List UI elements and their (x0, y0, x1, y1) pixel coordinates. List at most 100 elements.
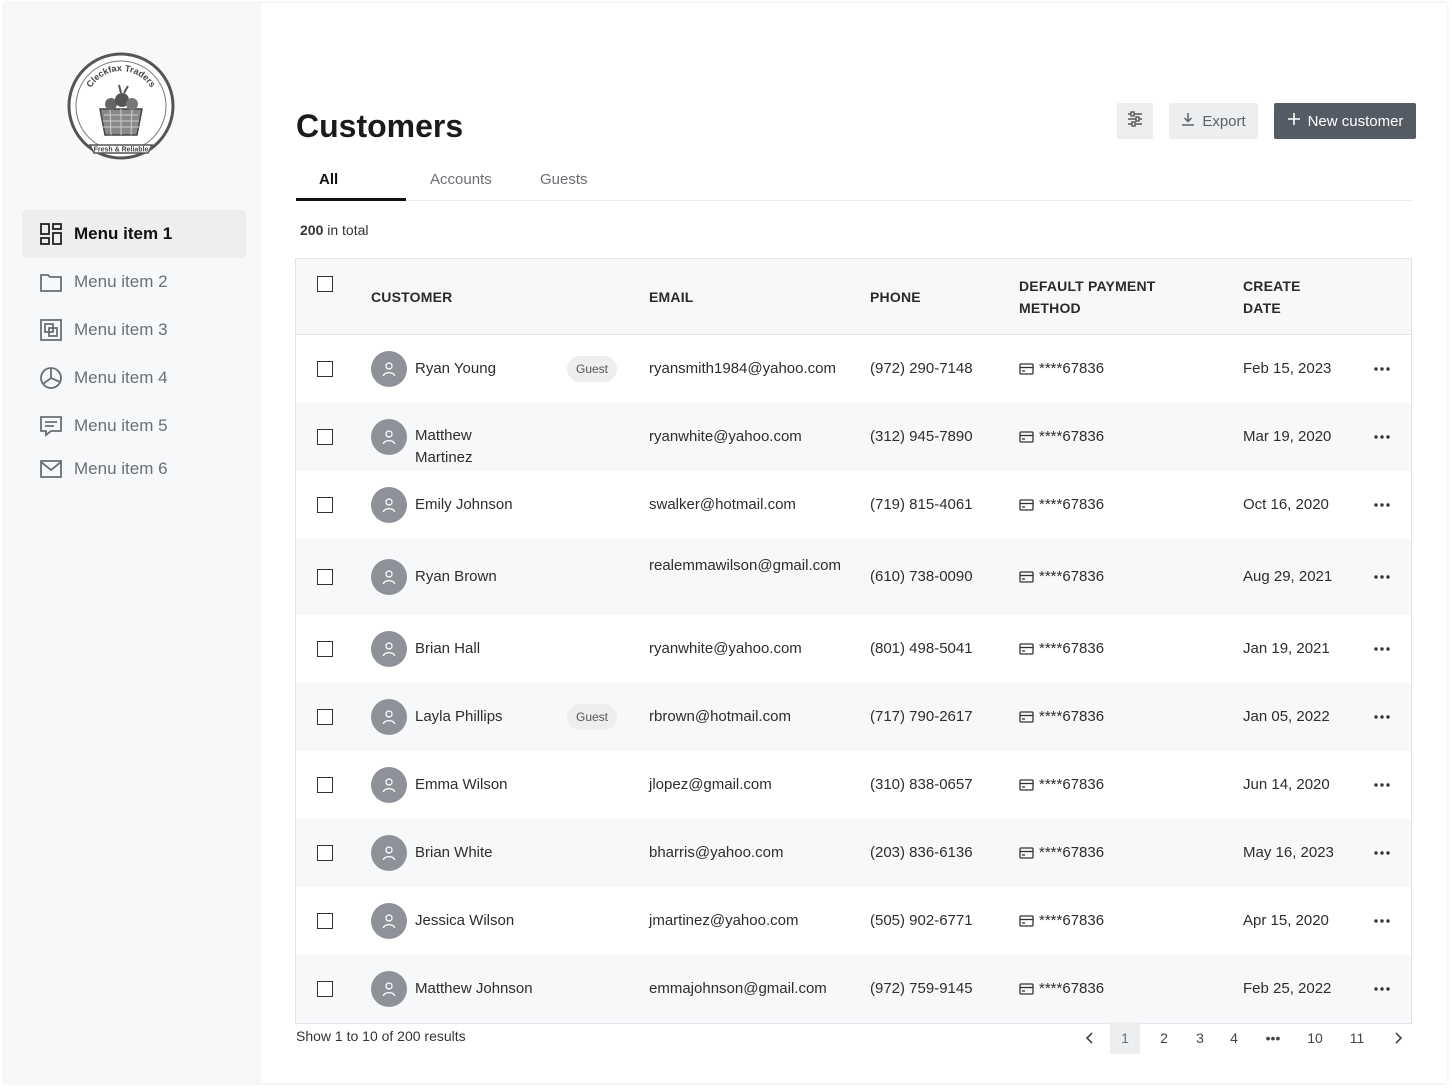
more-actions-button[interactable] (1370, 495, 1394, 515)
credit-card-icon (1019, 498, 1034, 511)
sidebar-item-2[interactable]: Menu item 2 (22, 258, 246, 306)
customer-email: rbrown@hotmail.com (649, 708, 791, 725)
row-checkbox[interactable] (317, 777, 333, 793)
customers-table: CUSTOMER EMAIL PHONE DEFAULT PAYMENT MET… (295, 258, 1412, 1024)
sidebar-item-5[interactable]: Menu item 5 (22, 402, 246, 450)
sliders-icon (1127, 110, 1143, 132)
tab-guests[interactable]: Guests (540, 164, 588, 201)
chevron-left-icon (1085, 1032, 1093, 1044)
more-actions-button[interactable] (1370, 911, 1394, 931)
new-customer-button[interactable]: New customer (1274, 103, 1416, 139)
ellipsis-icon (1374, 851, 1390, 855)
customer-name[interactable]: Emily Johnson (415, 494, 555, 516)
more-actions-button[interactable] (1370, 639, 1394, 659)
table-row[interactable]: Ryan Young Guest ryansmith1984@yahoo.com… (296, 335, 1411, 403)
message-icon (38, 413, 64, 439)
create-date: Jan 05, 2022 (1243, 708, 1330, 725)
customer-name[interactable]: Ryan Young (415, 358, 555, 380)
create-date: Apr 15, 2020 (1243, 912, 1329, 929)
payment-method: ****67836 (1019, 776, 1104, 793)
table-row[interactable]: Layla Phillips Guest rbrown@hotmail.com … (296, 683, 1411, 751)
row-checkbox[interactable] (317, 429, 333, 445)
customer-name[interactable]: Layla Phillips (415, 706, 555, 728)
user-icon (382, 498, 396, 513)
user-icon (382, 778, 396, 793)
payment-value: ****67836 (1039, 568, 1105, 585)
sidebar-item-6[interactable]: Menu item 6 (22, 450, 246, 488)
customer-email: realemmawilson@gmail.com (649, 557, 841, 574)
customer-name[interactable]: Brian Hall (415, 638, 555, 660)
table-row[interactable]: Jessica Wilson jmartinez@yahoo.com (505)… (296, 887, 1411, 955)
table-header: CUSTOMER EMAIL PHONE DEFAULT PAYMENT MET… (296, 259, 1411, 335)
table-row[interactable]: Brian White bharris@yahoo.com (203) 836-… (296, 819, 1411, 887)
credit-card-icon (1019, 982, 1034, 995)
avatar (371, 559, 407, 595)
table-row[interactable]: Ryan Brown realemmawilson@gmail.com (610… (296, 539, 1411, 615)
ellipsis-icon (1374, 503, 1390, 507)
page-button[interactable]: 11 (1340, 1022, 1374, 1054)
next-page-button[interactable] (1386, 1022, 1410, 1054)
more-actions-button[interactable] (1370, 427, 1394, 447)
user-icon (382, 642, 396, 657)
more-actions-button[interactable] (1370, 979, 1394, 999)
payment-method: ****67836 (1019, 360, 1104, 377)
filter-button[interactable] (1117, 103, 1153, 139)
customer-phone: (310) 838-0657 (870, 776, 973, 793)
customer-phone: (505) 902-6771 (870, 912, 973, 929)
customer-name[interactable]: Matthew Johnson (415, 978, 555, 1000)
page-button[interactable]: 10 (1298, 1022, 1332, 1054)
credit-card-icon (1019, 778, 1034, 791)
table-row[interactable]: Emma Wilson jlopez@gmail.com (310) 838-0… (296, 751, 1411, 819)
sidebar-item-4[interactable]: Menu item 4 (22, 354, 246, 402)
create-date: Oct 16, 2020 (1243, 496, 1329, 513)
customer-name[interactable]: Matthew Martinez (415, 425, 495, 469)
row-checkbox[interactable] (317, 641, 333, 657)
page-button[interactable]: 3 (1186, 1022, 1214, 1054)
row-checkbox[interactable] (317, 981, 333, 997)
page-button[interactable]: 2 (1150, 1022, 1178, 1054)
more-actions-button[interactable] (1370, 707, 1394, 727)
total-count: 200 in total (300, 222, 369, 238)
row-checkbox[interactable] (317, 361, 333, 377)
prev-page-button[interactable] (1078, 1022, 1102, 1054)
export-button[interactable]: Export (1169, 103, 1258, 139)
mail-icon (38, 456, 64, 482)
page-button[interactable]: 1 (1110, 1022, 1140, 1054)
more-actions-button[interactable] (1370, 359, 1394, 379)
customer-name[interactable]: Ryan Brown (415, 566, 555, 588)
sidebar-item-label: Menu item 3 (74, 320, 168, 339)
ellipsis-icon (1374, 647, 1390, 651)
column-header-date-line: CREATE (1243, 278, 1301, 294)
row-checkbox[interactable] (317, 709, 333, 725)
table-row[interactable]: Emily Johnson swalker@hotmail.com (719) … (296, 471, 1411, 539)
table-row[interactable]: Matthew Martinez ryanwhite@yahoo.com (31… (296, 403, 1411, 471)
customer-name[interactable]: Emma Wilson (415, 774, 555, 796)
payment-method: ****67836 (1019, 980, 1104, 997)
sidebar-item-1[interactable]: Menu item 1 (22, 210, 246, 258)
customer-name[interactable]: Jessica Wilson (415, 910, 555, 932)
payment-method: ****67836 (1019, 708, 1104, 725)
select-all-checkbox[interactable] (317, 276, 333, 292)
download-icon (1181, 112, 1202, 130)
table-row[interactable]: Brian Hall ryanwhite@yahoo.com (801) 498… (296, 615, 1411, 683)
sidebar-item-3[interactable]: Menu item 3 (22, 306, 246, 354)
page-button[interactable]: 4 (1220, 1022, 1248, 1054)
column-header-payment-line: METHOD (1019, 300, 1081, 316)
payment-method: ****67836 (1019, 640, 1104, 657)
payment-value: ****67836 (1039, 640, 1105, 657)
tab-accounts[interactable]: Accounts (430, 164, 492, 201)
create-date: Aug 29, 2021 (1243, 568, 1333, 585)
customer-name[interactable]: Brian White (415, 842, 555, 864)
table-row[interactable]: Matthew Johnson emmajohnson@gmail.com (9… (296, 955, 1411, 1023)
more-actions-button[interactable] (1370, 775, 1394, 795)
more-actions-button[interactable] (1370, 567, 1394, 587)
user-icon (382, 846, 396, 861)
tab-all[interactable]: All (296, 164, 406, 201)
more-actions-button[interactable] (1370, 843, 1394, 863)
row-checkbox[interactable] (317, 913, 333, 929)
row-checkbox[interactable] (317, 845, 333, 861)
user-icon (382, 914, 396, 929)
column-header-phone: PHONE (870, 289, 921, 305)
row-checkbox[interactable] (317, 497, 333, 513)
row-checkbox[interactable] (317, 569, 333, 585)
